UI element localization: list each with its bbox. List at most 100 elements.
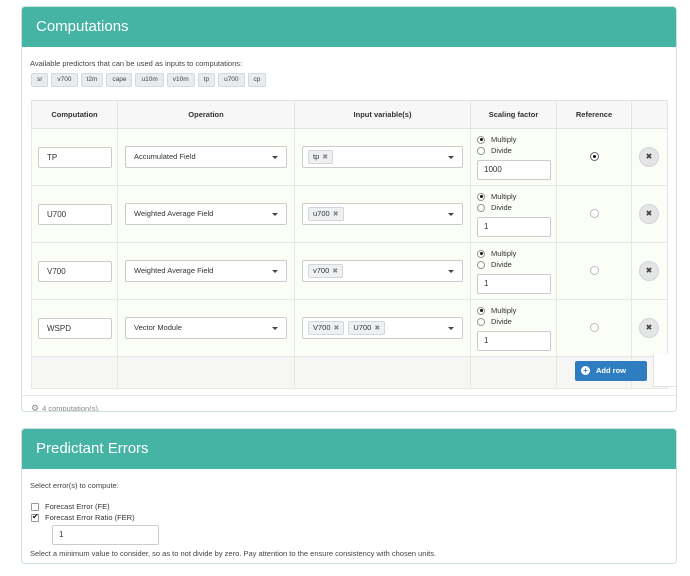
- divide-radio[interactable]: Divide: [477, 259, 555, 270]
- input-variables-select[interactable]: u700 ✖: [302, 203, 463, 225]
- variable-tag-label: v700: [313, 266, 330, 275]
- multiply-radio[interactable]: Multiply: [477, 191, 555, 202]
- operation-value: Accumulated Field: [134, 152, 196, 161]
- operation-select[interactable]: Vector Module: [125, 317, 287, 339]
- radio-icon: [477, 192, 485, 201]
- multiply-label: Multiply: [491, 135, 517, 144]
- predictor-chips: sr v700 t2m cape u10m v10m tp u700 cp: [31, 73, 267, 87]
- variable-tag[interactable]: U700 ✖: [348, 321, 386, 335]
- multiply-radio[interactable]: Multiply: [477, 134, 555, 145]
- predictor-chip: v700: [51, 73, 78, 87]
- remove-icon[interactable]: ✖: [333, 211, 339, 218]
- fe-checkbox[interactable]: Forecast Error (FE): [31, 502, 110, 511]
- reference-radio[interactable]: [589, 265, 599, 275]
- remove-icon[interactable]: ✖: [332, 268, 338, 275]
- reference-radio[interactable]: [589, 208, 599, 218]
- divide-label: Divide: [491, 203, 512, 212]
- errors-title: Predictant Errors: [22, 429, 676, 469]
- scaling-value-input[interactable]: 1000: [477, 160, 551, 180]
- operation-select[interactable]: Accumulated Field: [125, 146, 287, 168]
- caret-down-icon: [448, 327, 454, 330]
- input-variables-select[interactable]: tp ✖: [302, 146, 463, 168]
- caret-down-icon: [272, 327, 278, 330]
- remove-icon[interactable]: ✖: [322, 154, 328, 161]
- delete-row-button[interactable]: ✖: [639, 147, 659, 167]
- predictor-chip: u10m: [135, 73, 164, 87]
- scaling-value-input[interactable]: 1: [477, 331, 551, 351]
- computation-count: ⚙ 4 computation(s).: [31, 403, 101, 412]
- col-inputs: Input variable(s): [294, 100, 471, 129]
- reference-radio[interactable]: [589, 151, 599, 161]
- gears-icon: ⚙: [31, 403, 40, 412]
- caret-down-icon: [272, 156, 278, 159]
- computations-table: Computation Operation Input variable(s) …: [31, 100, 668, 389]
- operation-value: Vector Module: [134, 323, 182, 332]
- divide-label: Divide: [491, 260, 512, 269]
- divide-radio[interactable]: Divide: [477, 316, 555, 327]
- variable-tag[interactable]: tp ✖: [308, 150, 334, 164]
- divide-label: Divide: [491, 146, 512, 155]
- scaling-value-input[interactable]: 1: [477, 274, 551, 294]
- divide-label: Divide: [491, 317, 512, 326]
- variable-tag-label: V700: [313, 323, 331, 332]
- table-row: WSPD Vector Module V700 ✖ U700 ✖ Multiply …: [31, 299, 668, 357]
- input-variables-select[interactable]: V700 ✖ U700 ✖: [302, 317, 463, 339]
- fer-label: Forecast Error Ratio (FER): [45, 513, 135, 522]
- predictor-chip: t2m: [80, 73, 104, 87]
- min-value-note: Select a minimum value to consider, so a…: [30, 549, 437, 558]
- remove-icon[interactable]: ✖: [374, 325, 380, 332]
- computation-name-input[interactable]: U700: [38, 203, 112, 225]
- fe-label: Forecast Error (FE): [45, 502, 110, 511]
- table-footer-row: [31, 356, 668, 389]
- scaling-value-input[interactable]: 1: [477, 217, 551, 237]
- delete-row-button[interactable]: ✖: [639, 261, 659, 281]
- variable-tag-label: tp: [313, 152, 320, 161]
- computation-count-text: 4 computation(s).: [42, 404, 101, 412]
- col-computation: Computation: [31, 100, 118, 129]
- delete-row-button[interactable]: ✖: [639, 204, 659, 224]
- variable-tag[interactable]: V700 ✖: [308, 321, 345, 335]
- predictor-chip: sr: [31, 73, 49, 87]
- operation-value: Weighted Average Field: [134, 266, 214, 275]
- min-value-input[interactable]: 1: [52, 525, 159, 545]
- caret-down-icon: [448, 213, 454, 216]
- divide-radio[interactable]: Divide: [477, 145, 555, 156]
- variable-tag-label: u700: [313, 209, 330, 218]
- radio-icon: [477, 146, 485, 155]
- multiply-radio[interactable]: Multiply: [477, 248, 555, 259]
- variable-tag[interactable]: v700 ✖: [308, 264, 344, 278]
- operation-select[interactable]: Weighted Average Field: [125, 260, 287, 282]
- checkbox-icon: [31, 502, 39, 511]
- divide-radio[interactable]: Divide: [477, 202, 555, 213]
- radio-icon: [477, 306, 485, 315]
- fer-checkbox[interactable]: Forecast Error Ratio (FER): [31, 512, 135, 522]
- computation-name-input[interactable]: WSPD: [38, 317, 112, 339]
- checkbox-checked-icon: [31, 512, 39, 522]
- add-row-button[interactable]: + Add row: [575, 361, 647, 381]
- operation-select[interactable]: Weighted Average Field: [125, 203, 287, 225]
- multiply-label: Multiply: [491, 249, 517, 258]
- radio-icon: [477, 249, 485, 258]
- operation-value: Weighted Average Field: [134, 209, 214, 218]
- predictant-errors-panel: Predictant Errors Select error(s) to com…: [21, 428, 677, 564]
- col-actions: [631, 100, 668, 129]
- multiply-radio[interactable]: Multiply: [477, 305, 555, 316]
- caret-down-icon: [272, 270, 278, 273]
- delete-row-button[interactable]: ✖: [639, 318, 659, 338]
- panel-footer-divider: [22, 395, 676, 396]
- predictor-chip: cape: [106, 73, 133, 87]
- plus-icon: +: [581, 366, 590, 375]
- radio-icon: [477, 260, 485, 269]
- col-reference: Reference: [556, 100, 632, 129]
- computations-panel: Computations Available predictors that c…: [21, 6, 677, 412]
- reference-radio[interactable]: [589, 322, 599, 332]
- remove-icon[interactable]: ✖: [334, 325, 340, 332]
- predictor-chip: cp: [247, 73, 267, 87]
- caret-down-icon: [448, 270, 454, 273]
- computation-name-input[interactable]: V700: [38, 260, 112, 282]
- input-variables-select[interactable]: v700 ✖: [302, 260, 463, 282]
- col-scaling: Scaling factor: [470, 100, 557, 129]
- table-row: TP Accumulated Field tp ✖ Multiply Divide…: [31, 128, 668, 186]
- computation-name-input[interactable]: TP: [38, 146, 112, 168]
- variable-tag[interactable]: u700 ✖: [308, 207, 344, 221]
